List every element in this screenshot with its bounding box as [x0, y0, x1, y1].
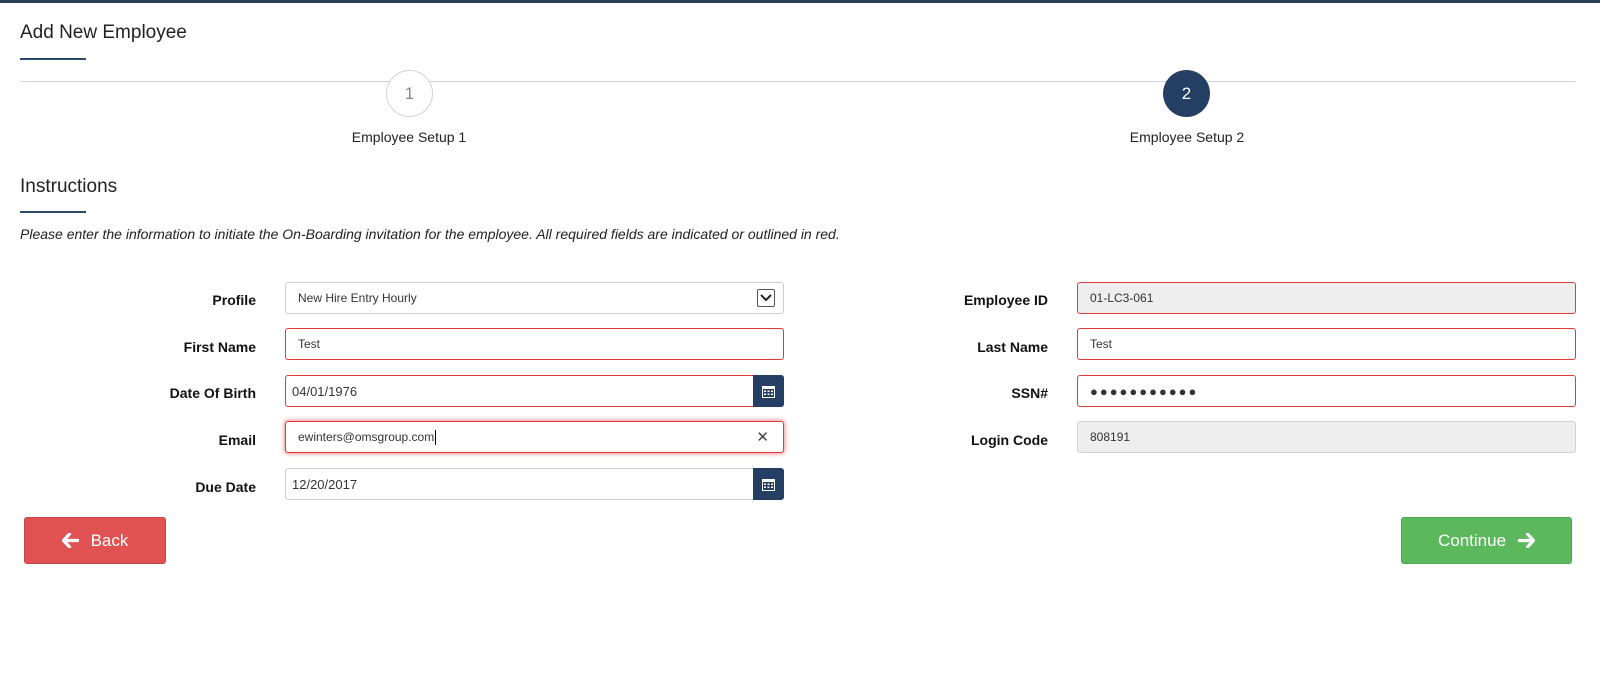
due-date-value: 12/20/2017	[292, 476, 358, 492]
first-name-field[interactable]: Test	[285, 328, 784, 360]
ssn-masked-value: ●●●●●●●●●●●	[1090, 383, 1199, 399]
first-name-value: Test	[298, 337, 321, 351]
profile-label: Profile	[212, 292, 256, 308]
ssn-label: SSN#	[1011, 385, 1048, 401]
arrow-right-icon	[1518, 533, 1536, 548]
email-field[interactable]: ewinters@omsgroup.com ✕	[285, 421, 784, 453]
continue-button[interactable]: Continue	[1401, 517, 1572, 564]
employee-id-value: 01-LC3-061	[1090, 291, 1154, 305]
last-name-field[interactable]: Test	[1077, 328, 1576, 360]
login-code-label: Login Code	[971, 432, 1048, 448]
instructions-underline	[20, 211, 86, 213]
wizard-step-1-circle[interactable]: 1	[386, 70, 433, 117]
ssn-field[interactable]: ●●●●●●●●●●●	[1077, 375, 1576, 407]
due-date-field[interactable]: 12/20/2017	[285, 468, 784, 500]
employee-id-field: 01-LC3-061	[1077, 282, 1576, 314]
wizard-step-2-circle[interactable]: 2	[1163, 70, 1210, 117]
wizard-progress-line	[20, 81, 1576, 82]
title-underline	[20, 58, 86, 60]
back-button[interactable]: Back	[24, 517, 166, 564]
last-name-label: Last Name	[977, 339, 1048, 355]
login-code-field: 808191	[1077, 421, 1576, 453]
dob-value: 04/01/1976	[292, 383, 358, 399]
login-code-value: 808191	[1090, 430, 1131, 444]
calendar-icon[interactable]	[753, 375, 784, 407]
wizard-step-1-label: Employee Setup 1	[351, 129, 467, 145]
profile-select-value: New Hire Entry Hourly	[298, 291, 417, 305]
first-name-label: First Name	[183, 339, 256, 355]
clear-icon[interactable]: ✕	[756, 428, 769, 446]
instructions-text: Please enter the information to initiate…	[20, 226, 840, 242]
instructions-title: Instructions	[20, 176, 118, 197]
last-name-value: Test	[1090, 337, 1113, 351]
continue-button-label: Continue	[1437, 530, 1507, 550]
back-button-label: Back	[90, 530, 129, 550]
dob-field[interactable]: 04/01/1976	[285, 375, 784, 407]
calendar-icon[interactable]	[753, 468, 784, 500]
dob-label: Date Of Birth	[169, 385, 256, 401]
chevron-down-icon[interactable]	[757, 289, 775, 307]
page-title: Add New Employee	[20, 22, 187, 43]
wizard-step-2-label: Employee Setup 2	[1129, 129, 1245, 145]
due-date-label: Due Date	[195, 479, 256, 495]
profile-select[interactable]: New Hire Entry Hourly	[285, 282, 784, 314]
top-accent-bar	[0, 0, 1600, 3]
arrow-left-icon	[61, 533, 79, 548]
text-cursor	[435, 429, 437, 445]
employee-id-label: Employee ID	[963, 292, 1048, 308]
email-value: ewinters@omsgroup.com	[298, 430, 435, 444]
email-label: Email	[218, 432, 256, 448]
